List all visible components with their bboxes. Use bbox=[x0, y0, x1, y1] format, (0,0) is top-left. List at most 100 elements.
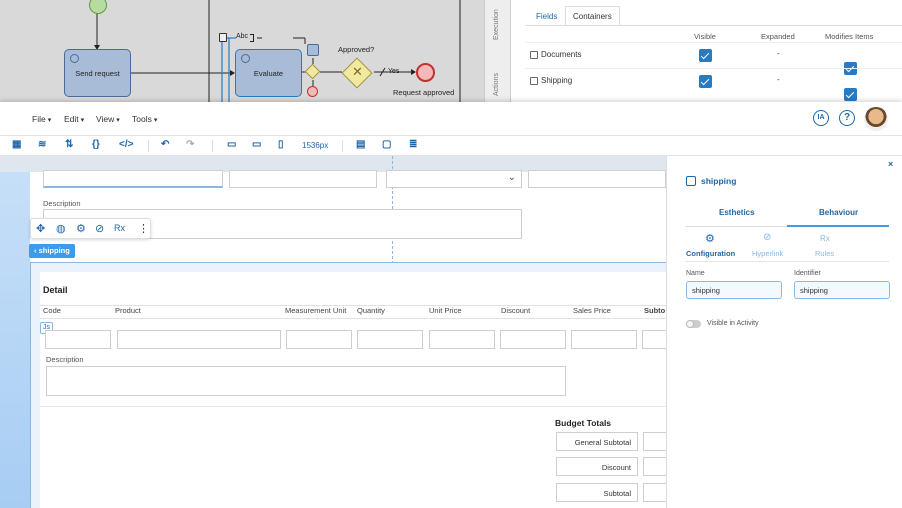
menu-tools[interactable]: Tools bbox=[132, 114, 157, 124]
identifier-field[interactable]: shipping bbox=[794, 281, 890, 299]
description-label-top: Description bbox=[43, 199, 81, 208]
redo-icon[interactable]: ↷ bbox=[186, 139, 194, 150]
tab-esthetics[interactable]: Esthetics bbox=[719, 208, 755, 217]
toolbar: ▦ ≋ ⇅ {} </> ↶ ↷ ▭ ▭ ▯ 1536px ▤ ▢ ≣ bbox=[0, 136, 902, 156]
avatar[interactable] bbox=[864, 107, 888, 131]
copy-icon bbox=[530, 77, 538, 85]
form-input-2[interactable] bbox=[229, 170, 377, 188]
col-visible: Visible bbox=[694, 32, 716, 41]
subtab-configuration[interactable]: Configuration bbox=[686, 249, 735, 258]
tablet-icon[interactable]: ▭ bbox=[252, 139, 261, 150]
vtab-execution[interactable]: Execution bbox=[485, 0, 511, 50]
col-expanded: Expanded bbox=[761, 32, 795, 41]
more-icon[interactable]: ⋮ bbox=[138, 222, 149, 235]
braces-icon[interactable]: {} bbox=[92, 139, 100, 150]
subtabs-underline bbox=[685, 261, 889, 262]
cell-discount[interactable] bbox=[500, 330, 566, 349]
budget-row-discount: Discount bbox=[556, 457, 638, 476]
menu-file[interactable]: File bbox=[32, 114, 51, 124]
task-send-request[interactable]: Send request bbox=[64, 49, 131, 97]
col-quantity: Quantity bbox=[357, 306, 385, 315]
cell-code[interactable] bbox=[45, 330, 111, 349]
ia-button[interactable]: IA bbox=[813, 110, 829, 126]
budget-value-general-subtotal[interactable] bbox=[643, 432, 666, 451]
expanded-value: - bbox=[777, 75, 780, 84]
form-input-3[interactable] bbox=[528, 170, 666, 188]
menu-edit[interactable]: Edit bbox=[64, 114, 84, 124]
task-label: Send request bbox=[75, 68, 120, 78]
left-rail bbox=[0, 156, 30, 508]
menu-bar: File Edit View Tools IA ? bbox=[0, 102, 902, 136]
hyperlink-icon: ⊘ bbox=[763, 232, 772, 243]
components-icon[interactable]: ▦ bbox=[12, 139, 21, 150]
flow-yes-label: Yes bbox=[388, 68, 400, 75]
modifies-checkbox[interactable] bbox=[844, 88, 857, 101]
cell-quantity[interactable] bbox=[357, 330, 423, 349]
close-icon[interactable]: × bbox=[888, 159, 893, 169]
name-field[interactable]: shipping bbox=[686, 281, 782, 299]
cell-sales-price[interactable] bbox=[571, 330, 637, 349]
visible-checkbox[interactable] bbox=[699, 49, 712, 62]
end-event-label: Request approved bbox=[393, 88, 455, 97]
folder-icon[interactable]: ▢ bbox=[382, 139, 391, 150]
toggle-knob bbox=[686, 320, 694, 328]
end-event[interactable] bbox=[416, 63, 435, 82]
flow-icon[interactable]: ⇅ bbox=[65, 139, 73, 150]
container-icon bbox=[686, 176, 696, 186]
user-task-icon bbox=[70, 54, 79, 63]
budget-row-general-subtotal: General Subtotal bbox=[556, 432, 638, 451]
bpmn-diagram: Send request Abc Evaluate ✕ Approved? Ye… bbox=[0, 0, 484, 102]
cell-measurement-unit[interactable] bbox=[286, 330, 352, 349]
menu-view[interactable]: View bbox=[96, 114, 120, 124]
palette-icon[interactable]: ◍ bbox=[56, 222, 66, 235]
tab-containers[interactable]: Containers bbox=[565, 6, 620, 26]
desktop-icon[interactable]: ▭ bbox=[227, 139, 236, 150]
copy-icon bbox=[530, 51, 538, 59]
col-code: Code bbox=[43, 306, 61, 315]
visible-toggle[interactable] bbox=[686, 320, 701, 328]
task-evaluate[interactable]: Evaluate bbox=[235, 49, 302, 97]
rules-icon[interactable]: Rx bbox=[114, 223, 125, 233]
settings-icon[interactable]: ⚙ bbox=[76, 222, 86, 235]
link-icon[interactable]: ⊘ bbox=[95, 222, 104, 235]
form-input-1[interactable] bbox=[43, 170, 223, 188]
align-icon[interactable]: ≣ bbox=[409, 139, 417, 150]
code-icon[interactable]: </> bbox=[119, 139, 133, 150]
subtab-hyperlink[interactable]: Hyperlink bbox=[752, 249, 783, 258]
row-name: Shipping bbox=[541, 76, 573, 85]
trash-icon[interactable] bbox=[219, 33, 227, 42]
subtab-rules[interactable]: Rules bbox=[815, 249, 834, 258]
vtab-actions[interactable]: Actions bbox=[485, 50, 511, 102]
detail-title: Detail bbox=[43, 285, 68, 295]
user-task-icon bbox=[241, 54, 250, 63]
layers-icon[interactable]: ≋ bbox=[38, 139, 46, 150]
move-icon[interactable]: ✥ bbox=[36, 222, 45, 235]
properties-panel: × shipping Esthetics Behaviour ⚙ Configu… bbox=[666, 156, 902, 508]
task-label: Evaluate bbox=[253, 68, 284, 78]
cell-product[interactable] bbox=[117, 330, 281, 349]
col-unit-price: Unit Price bbox=[429, 306, 462, 315]
row-name: Documents bbox=[541, 50, 582, 59]
cell-unit-price[interactable] bbox=[429, 330, 495, 349]
visible-checkbox[interactable] bbox=[699, 75, 712, 88]
layout-icon[interactable]: ▤ bbox=[356, 139, 365, 150]
end-event-small bbox=[307, 86, 318, 97]
budget-value-subtotal[interactable] bbox=[643, 483, 666, 502]
cell-subtotal[interactable] bbox=[642, 330, 666, 349]
budget-value-discount[interactable] bbox=[643, 457, 666, 476]
mobile-icon[interactable]: ▯ bbox=[278, 139, 284, 150]
section-chip[interactable]: ‹ shipping bbox=[29, 244, 75, 258]
row-documents[interactable]: Documents - bbox=[525, 42, 902, 75]
col-modifies-items: Modifies Items bbox=[825, 32, 874, 41]
form-select[interactable]: ⌄ bbox=[386, 170, 522, 188]
budget-row-subtotal: Subtotal bbox=[556, 483, 638, 502]
tab-behaviour[interactable]: Behaviour bbox=[819, 208, 858, 217]
description-textarea[interactable] bbox=[46, 366, 566, 396]
help-icon[interactable]: ? bbox=[839, 110, 855, 126]
tabs-divider bbox=[525, 25, 902, 26]
description-label: Description bbox=[46, 355, 84, 364]
undo-icon[interactable]: ↶ bbox=[161, 139, 169, 150]
row-shipping[interactable]: Shipping - bbox=[525, 68, 902, 101]
section-divider bbox=[40, 406, 666, 407]
tab-fields[interactable]: Fields bbox=[536, 12, 557, 21]
